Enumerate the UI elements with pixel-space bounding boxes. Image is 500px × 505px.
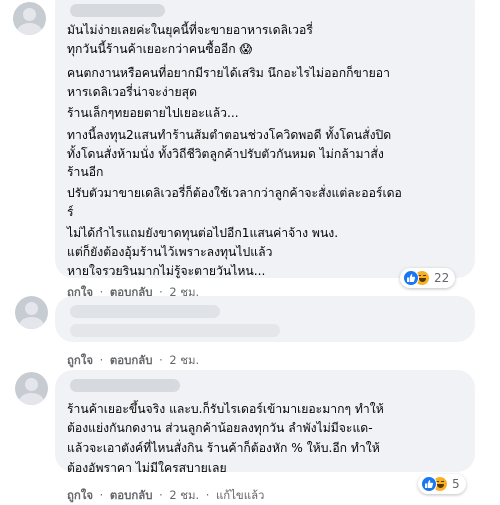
comment-text-line: ต้องอัพราคา ไม่มีใครสบายเลย [67,461,227,475]
avatar[interactable] [15,296,48,329]
author-name[interactable] [70,379,180,392]
comment-text-line: หายใจรวยรินมากไม่รู้จะตายวันไหน... [67,264,266,278]
comment-text-line: ปรับตัวมาขายเดลิเวอรี่ก็ต้องใช้เวลากว่าล… [67,186,402,200]
edited-label[interactable]: แก้ไขแล้ว [216,488,264,502]
reaction-count: 22 [434,271,450,285]
comment-text-line: แล้วจะเอาตังค์ที่ไหนสั่งกิน ร้านค้าก็ต้อ… [67,441,380,455]
comment-text-line: ไม่ได้กำไรแถมยังขาดทุนต่อไปอีก1แสนค่าจ้า… [67,226,339,240]
reply-link[interactable]: ตอบกลับ [110,488,153,502]
comment-text-line: ร้านค้าเยอะขึ้นจริง และบ.ก็รับไรเดอร์เข้… [67,402,384,416]
comment-text-line: แต่ก็ยังต้องอุ้มร้านไว้เพราะลงทุนไปแล้ว [67,245,273,259]
reaction-summary[interactable]: 22 [400,268,456,288]
like-link[interactable]: ถูกใจ [67,488,93,502]
separator: · [159,353,163,367]
author-name[interactable] [70,4,165,17]
comment-text-line: คนตกงานหรือคนที่อยากมีรายได้เสริม นึกอะไ… [67,66,390,80]
author-name[interactable] [70,305,220,318]
like-icon [403,270,419,286]
timestamp[interactable]: 2 ชม. [169,353,199,367]
comment-text-line: หารเดลิเวอรี่น่าจะง่ายสุด [67,85,197,99]
comment-text-line: ต้องแย่งกันกดงาน ส่วนลูกค้าน้อยลงทุกวัน … [67,421,373,435]
comment-text-blurred [70,324,280,337]
like-icon [421,476,437,492]
avatar[interactable] [13,2,46,35]
reaction-summary[interactable]: 5 [418,474,466,494]
timestamp[interactable]: 2 ชม. [169,488,199,502]
comment-text-line: ทุกวันนี้ร้านค้าเยอะกว่าคนซื้ออีก 😱 [67,42,253,56]
comment-text-line: ทางนี้ลงทุน2แสนทำร้านส้มตำตอนช่วงโควิดพอ… [67,128,392,142]
comment-text-line: มันไม่ง่ายเลยค่ะในยุคนี้ที่จะขายอาหารเดล… [67,23,313,37]
reply-link[interactable]: ตอบกลับ [110,353,153,367]
avatar[interactable] [15,372,48,405]
like-link[interactable]: ถูกใจ [67,353,93,367]
comment-actions: ถูกใจ · ตอบกลับ · 2 ชม. · แก้ไขแล้ว [67,487,264,505]
separator: · [205,488,210,502]
separator: · [159,488,163,502]
comment-actions: ถูกใจ · ตอบกลับ · 2 ชม. [67,352,199,370]
comment-text-line: ร์ [67,205,74,219]
comment-text-line: ร้านอีก [67,165,104,179]
separator: · [99,353,104,367]
comment-text-line: ร้านเล็กๆทยอยตายไปเยอะแล้ว... [67,106,239,120]
comment-text-line: ทั้งโดนสั่งห้ามนั่ง ทั้งวิถีชีวิตลูกค้าป… [67,147,384,161]
separator: · [99,488,104,502]
reaction-count: 5 [452,477,460,491]
